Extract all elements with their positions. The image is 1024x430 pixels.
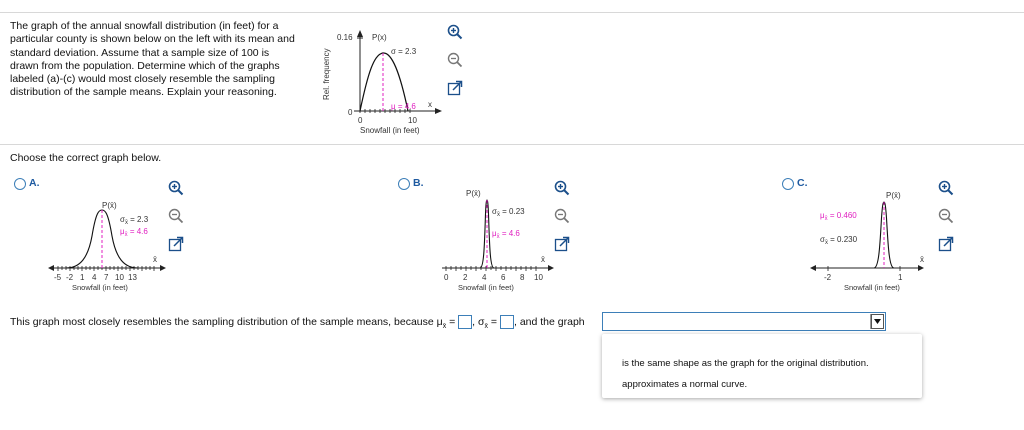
x-tick-label: -2	[66, 273, 74, 282]
x-tick-label: 13	[128, 273, 137, 282]
x-tick-label: 8	[520, 273, 525, 282]
x-tick-label: 4	[482, 273, 487, 282]
x-axis-arrow	[435, 108, 442, 114]
sigma-label: σ = 2.3	[391, 47, 417, 56]
option-a-radio[interactable]	[14, 178, 26, 190]
x-tick-label: 1	[898, 273, 903, 282]
answer-prefix: This graph most closely resembles the sa…	[10, 315, 443, 328]
y-axis-arrow	[357, 30, 363, 37]
x-axis-arrow-right	[160, 265, 166, 271]
chevron-down-icon	[871, 314, 884, 329]
zoom-in-icon[interactable]	[168, 180, 184, 196]
zoom-out-icon[interactable]	[168, 208, 184, 224]
question-prompt: Choose the correct graph below.	[10, 152, 162, 164]
x-axis-variable: x̄	[920, 255, 924, 264]
sigma-label: σx̄ = 2.3	[120, 215, 149, 226]
original-distribution-graph: Rel. frequency 0.16 0 0 10 x P(x) σ = 2.…	[322, 30, 442, 135]
sigma-label: σx̄ = 0.230	[820, 235, 858, 246]
option-c-label: C.	[797, 177, 808, 189]
x-tick-label: 6	[501, 273, 506, 282]
option-a-graph: -5 -2 1 4 7 10 13 x̄ Snowfall (in feet) …	[48, 201, 166, 292]
problem-statement: The graph of the annual snowfall distrib…	[10, 20, 310, 100]
option-b-radio[interactable]	[398, 178, 410, 190]
x-tick-label: 10	[115, 273, 124, 282]
x-axis-label: Snowfall (in feet)	[72, 283, 128, 292]
x-tick-label: -5	[54, 273, 62, 282]
function-label: P(x̄)	[466, 189, 481, 198]
x-tick-label: 1	[80, 273, 85, 282]
y-zero-label: 0	[348, 108, 353, 117]
x-tick-label: 10	[534, 273, 543, 282]
problem-line: The graph of the annual snowfall distrib…	[10, 20, 279, 32]
option-a-label: A.	[29, 177, 40, 189]
zoom-in-icon[interactable]	[447, 24, 463, 40]
x-axis-label: Snowfall (in feet)	[458, 283, 514, 292]
problem-line: particular county is shown below on the …	[10, 33, 295, 46]
x-axis-label: Snowfall (in feet)	[844, 283, 900, 292]
dropdown-option[interactable]: approximates a normal curve.	[622, 379, 747, 390]
y-tick-label: 0.16	[337, 33, 353, 42]
function-label: P(x̄)	[886, 191, 901, 200]
option-b-label: B.	[413, 177, 424, 189]
option-c-graph: -2 1 x̄ Snowfall (in feet) P(x̄) μx̄ = 0…	[810, 191, 924, 292]
problem-line: distribution of the sample means. Explai…	[10, 86, 277, 99]
mu-label: μx̄ = 4.6	[120, 227, 148, 238]
graph-shape-select[interactable]	[602, 312, 886, 331]
x-axis-variable: x	[428, 100, 432, 109]
popout-icon[interactable]	[168, 236, 184, 252]
answer-equals: =	[446, 315, 456, 328]
y-axis-label: Rel. frequency	[322, 48, 331, 100]
option-b-graph: 0 2 4 6 8 10 x̄ Snowfall (in feet) P(x̄)…	[442, 189, 554, 292]
answer-equals-2: =	[488, 315, 498, 328]
zoom-in-icon[interactable]	[938, 180, 954, 196]
answer-suffix: , and the graph	[513, 315, 585, 328]
select-arrow-button[interactable]	[870, 314, 884, 329]
problem-line: labeled (a)-(c) would most closely resem…	[10, 73, 275, 86]
select-dropdown-menu: is the same shape as the graph for the o…	[602, 334, 922, 398]
sigma-label: σx̄ = 0.23	[492, 207, 525, 218]
mu-label: μ = 4.6	[391, 102, 416, 111]
zoom-in-icon[interactable]	[554, 180, 570, 196]
top-divider	[0, 12, 1024, 13]
x-tick-label: 2	[463, 273, 468, 282]
zoom-out-icon[interactable]	[554, 208, 570, 224]
mu-label: μx̄ = 4.6	[492, 229, 520, 240]
x-axis-arrow-left	[48, 265, 54, 271]
x-tick-label: 0	[444, 273, 449, 282]
x-tick-label: -2	[824, 273, 832, 282]
x-axis-arrow-right	[918, 265, 924, 271]
problem-line: drawn from the population. Determine whi…	[10, 59, 280, 72]
x-tick-label: 4	[92, 273, 97, 282]
popout-icon[interactable]	[938, 236, 954, 252]
function-label: P(x̄)	[102, 201, 117, 210]
x-tick-label: 10	[408, 116, 417, 125]
x-axis-arrow-left	[810, 265, 816, 271]
problem-line: standard deviation. Assume that a sample…	[10, 46, 270, 59]
answer-separator: , σ	[472, 315, 485, 328]
zoom-out-icon[interactable]	[938, 208, 954, 224]
option-c-radio[interactable]	[782, 178, 794, 190]
x-axis-variable: x̄	[541, 255, 545, 264]
x-axis-variable: x̄	[153, 255, 157, 264]
function-label: P(x)	[372, 33, 387, 42]
popout-icon[interactable]	[447, 80, 463, 96]
section-divider	[0, 144, 1024, 145]
popout-icon[interactable]	[554, 236, 570, 252]
x-tick-label: 0	[358, 116, 363, 125]
zoom-out-icon[interactable]	[447, 52, 463, 68]
dropdown-option[interactable]: is the same shape as the graph for the o…	[622, 358, 869, 369]
mu-label: μx̄ = 0.460	[820, 211, 857, 222]
sigma-xbar-input[interactable]	[499, 315, 514, 329]
x-axis-arrow	[548, 265, 554, 271]
x-axis-label: Snowfall (in feet)	[360, 126, 420, 135]
x-tick-label: 7	[104, 273, 109, 282]
mu-xbar-input[interactable]	[458, 315, 473, 329]
answer-sentence: This graph most closely resembles the sa…	[10, 315, 585, 330]
